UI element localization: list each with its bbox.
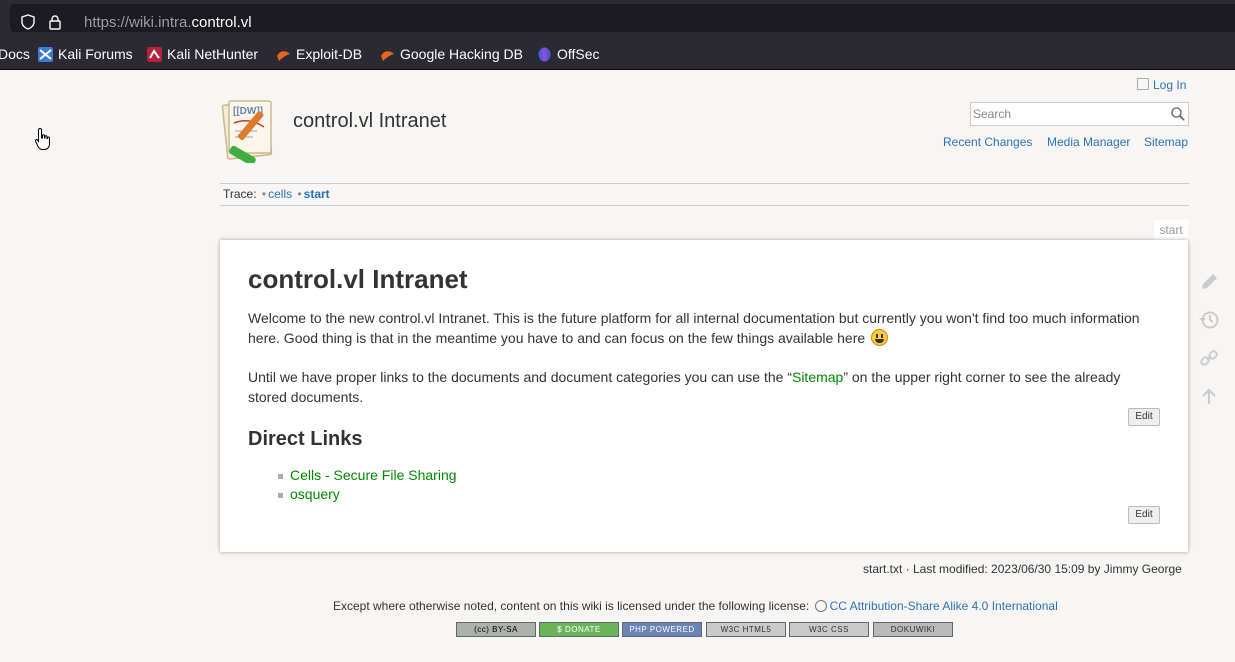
login-link[interactable]: Log In <box>1137 78 1186 92</box>
bookmark-exploit-db[interactable]: Exploit-DB <box>276 45 362 63</box>
doc-info: start.txt · Last modified: 2023/06/30 15… <box>863 562 1182 576</box>
url-text[interactable]: https://wiki.intra.control.vl <box>84 14 252 31</box>
smiley-icon <box>871 329 889 346</box>
list-item: Cells - Secure File Sharing <box>278 466 457 485</box>
w3c-css-badge[interactable]: W3C CSS <box>789 622 869 637</box>
php-powered-badge[interactable]: PHP POWERED <box>622 622 702 637</box>
donate-badge[interactable]: $ DONATE <box>539 622 619 637</box>
dokuwiki-logo[interactable]: [[DW]] <box>219 97 285 163</box>
bookmarks-bar: Docs Kali Forums Kali NetHunter Exploit-… <box>0 35 1235 70</box>
cc-license-badge[interactable]: (cc) BY-SA <box>456 622 536 637</box>
edit-section-2-button[interactable]: Edit <box>1128 506 1160 524</box>
search-input[interactable] <box>971 103 1167 125</box>
page-id-tab: start <box>1154 220 1188 240</box>
hand-cursor-icon <box>34 127 50 150</box>
search-form <box>970 102 1189 126</box>
license-notice: Except where otherwise noted, content on… <box>333 599 1058 613</box>
bookmark-docs[interactable]: Docs <box>0 45 30 63</box>
media-manager-link[interactable]: Media Manager <box>1047 135 1130 149</box>
shield-icon[interactable] <box>20 14 36 30</box>
sitemap-link[interactable]: Sitemap <box>1144 135 1188 149</box>
offsec-icon <box>538 47 551 62</box>
breadcrumb-item-cells[interactable]: cells <box>268 187 292 201</box>
arrow-up-icon[interactable] <box>1198 385 1220 407</box>
bookmark-offsec[interactable]: OffSec <box>537 45 600 63</box>
backlinks-icon[interactable] <box>1198 347 1220 369</box>
login-icon <box>1137 78 1149 90</box>
history-icon[interactable] <box>1198 309 1220 331</box>
license-link[interactable]: CC Attribution-Share Alike 4.0 Internati… <box>830 599 1058 613</box>
search-icon[interactable] <box>1170 106 1186 122</box>
globe-icon <box>814 600 827 612</box>
google-hacking-db-icon <box>381 51 394 61</box>
url-field[interactable]: https://wiki.intra.control.vl <box>10 4 1235 32</box>
intro-paragraph: Welcome to the new control.vl Intranet. … <box>248 310 1140 346</box>
breadcrumb-label: Trace: <box>223 187 257 201</box>
kali-nethunter-icon <box>147 47 162 62</box>
exploit-db-icon <box>277 51 290 61</box>
section-title-direct-links: Direct Links <box>248 428 363 450</box>
breadcrumb-divider <box>220 205 1189 206</box>
lock-icon[interactable] <box>47 14 63 30</box>
edit-section-1-button[interactable]: Edit <box>1128 408 1160 426</box>
page-content: control.vl Intranet Welcome to the new c… <box>220 240 1188 552</box>
list-item: osquery <box>278 485 457 504</box>
browser-url-bar: https://wiki.intra.control.vl <box>0 0 1235 35</box>
recent-changes-link[interactable]: Recent Changes <box>943 135 1032 149</box>
pencil-icon[interactable] <box>1198 271 1220 293</box>
bookmark-kali-nethunter[interactable]: Kali NetHunter <box>147 45 258 63</box>
direct-links-list: Cells - Secure File Sharing osquery <box>278 466 457 504</box>
breadcrumb-item-start[interactable]: start <box>304 187 330 201</box>
cells-link[interactable]: Cells - Secure File Sharing <box>290 467 457 483</box>
page-title: control.vl Intranet <box>248 264 468 294</box>
kali-forums-icon <box>38 47 53 62</box>
sitemap-paragraph: Until we have proper links to the docume… <box>248 369 1121 405</box>
bookmark-google-hacking-db[interactable]: Google Hacking DB <box>380 45 523 63</box>
w3c-html5-badge[interactable]: W3C HTML5 <box>706 622 786 637</box>
header-divider <box>220 183 1189 184</box>
bookmark-kali-forums[interactable]: Kali Forums <box>38 45 133 63</box>
breadcrumb: Trace: • cells • start <box>223 187 330 201</box>
dokuwiki-badge[interactable]: DOKUWIKI <box>873 622 953 637</box>
site-title[interactable]: control.vl Intranet <box>293 110 446 133</box>
osquery-link[interactable]: osquery <box>290 486 340 502</box>
sitemap-inline-link[interactable]: Sitemap <box>792 369 843 385</box>
